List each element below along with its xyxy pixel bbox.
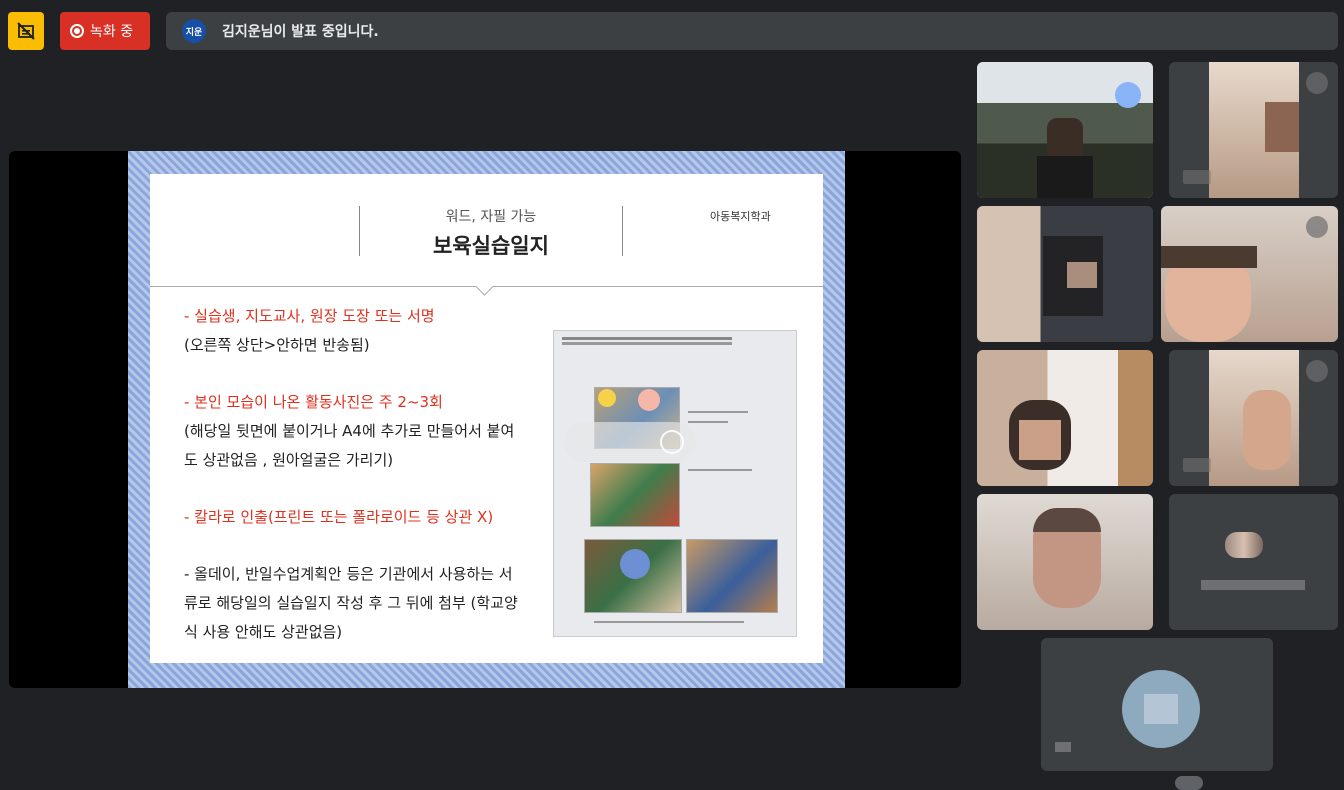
recording-indicator[interactable]: 녹화 중 bbox=[60, 12, 150, 50]
bullet-line: 도 상관없음 , 원아얼굴은 가리기) bbox=[184, 451, 394, 469]
captions-button[interactable] bbox=[8, 12, 44, 50]
slide-department: 아동복지학과 bbox=[710, 210, 771, 223]
activity-photo bbox=[590, 463, 680, 527]
participant-tile[interactable] bbox=[977, 494, 1153, 630]
self-view-tile[interactable] bbox=[1041, 638, 1273, 771]
participant-tile[interactable] bbox=[977, 206, 1153, 342]
participant-tile[interactable] bbox=[1161, 206, 1338, 342]
avatar bbox=[1225, 532, 1263, 558]
avatar bbox=[1122, 670, 1200, 748]
participant-tile[interactable] bbox=[1169, 62, 1338, 198]
bullet-line: - 올데이, 반일수업계획안 등은 기관에서 사용하는 서 bbox=[184, 565, 513, 583]
presentation-slide: 워드, 자필 가능 보육실습일지 아동복지학과 - 실습생, 지도교사, 원장 … bbox=[150, 174, 823, 663]
slide-header-notch bbox=[475, 277, 494, 296]
participant-tile[interactable] bbox=[1169, 494, 1338, 630]
slide-title: 보육실습일지 bbox=[433, 234, 549, 258]
screen-share-stage[interactable]: 워드, 자필 가능 보육실습일지 아동복지학과 - 실습생, 지도교사, 원장 … bbox=[9, 151, 961, 688]
mic-status-icon bbox=[1306, 216, 1328, 238]
sticker-face bbox=[620, 549, 650, 579]
example-journal-photo bbox=[553, 330, 797, 637]
speaking-indicator-icon bbox=[1115, 82, 1141, 108]
record-icon bbox=[70, 24, 84, 38]
bullet-line: - 실습생, 지도교사, 원장 도장 또는 서명 bbox=[184, 307, 435, 325]
participant-tile[interactable] bbox=[977, 350, 1153, 486]
participant-tile[interactable] bbox=[1169, 350, 1338, 486]
presenter-status-text: 김지운님이 발표 중입니다. bbox=[222, 24, 379, 40]
bullet-line: 류로 해당일의 실습일지 작성 후 그 뒤에 첨부 (학교양 bbox=[184, 594, 518, 612]
bullet-line: - 칼라로 인출(프린트 또는 폴라로이드 등 상관 X) bbox=[184, 508, 494, 526]
participant-name bbox=[1183, 170, 1211, 184]
participant-name bbox=[1183, 458, 1211, 472]
sticker-face bbox=[598, 389, 616, 407]
captions-off-icon bbox=[17, 22, 35, 40]
bullet-line: (오른쪽 상단>안하면 반송됨) bbox=[184, 336, 370, 354]
presenter-avatar: 지운 bbox=[182, 19, 206, 43]
sticker-face bbox=[638, 389, 660, 411]
mic-status-icon bbox=[1306, 360, 1328, 382]
slide-bullet-list: - 실습생, 지도교사, 원장 도장 또는 서명 (오른쪽 상단>안하면 반송됨… bbox=[184, 302, 554, 647]
recording-label: 녹화 중 bbox=[90, 24, 134, 40]
slide-frame: 워드, 자필 가능 보육실습일지 아동복지학과 - 실습생, 지도교사, 원장 … bbox=[128, 151, 845, 688]
participant-name bbox=[1055, 742, 1071, 752]
participant-name bbox=[1201, 580, 1305, 590]
presenter-banner: 지운 김지운님이 발표 중입니다. bbox=[166, 12, 1338, 50]
bullet-line: 식 사용 안해도 상관없음) bbox=[184, 623, 343, 641]
participant-tile[interactable] bbox=[977, 62, 1153, 198]
bullet-line: - 본인 모습이 나온 활동사진은 주 2~3회 bbox=[184, 393, 443, 411]
activity-photo bbox=[686, 539, 778, 613]
mic-status-icon bbox=[1306, 72, 1328, 94]
scroll-handle[interactable] bbox=[1175, 776, 1203, 790]
bullet-line: (해당일 뒷면에 붙이거나 A4에 추가로 만들어서 붙여 bbox=[184, 422, 515, 440]
share-overlay-button[interactable] bbox=[660, 430, 684, 454]
slide-subtitle: 워드, 자필 가능 bbox=[445, 209, 537, 225]
